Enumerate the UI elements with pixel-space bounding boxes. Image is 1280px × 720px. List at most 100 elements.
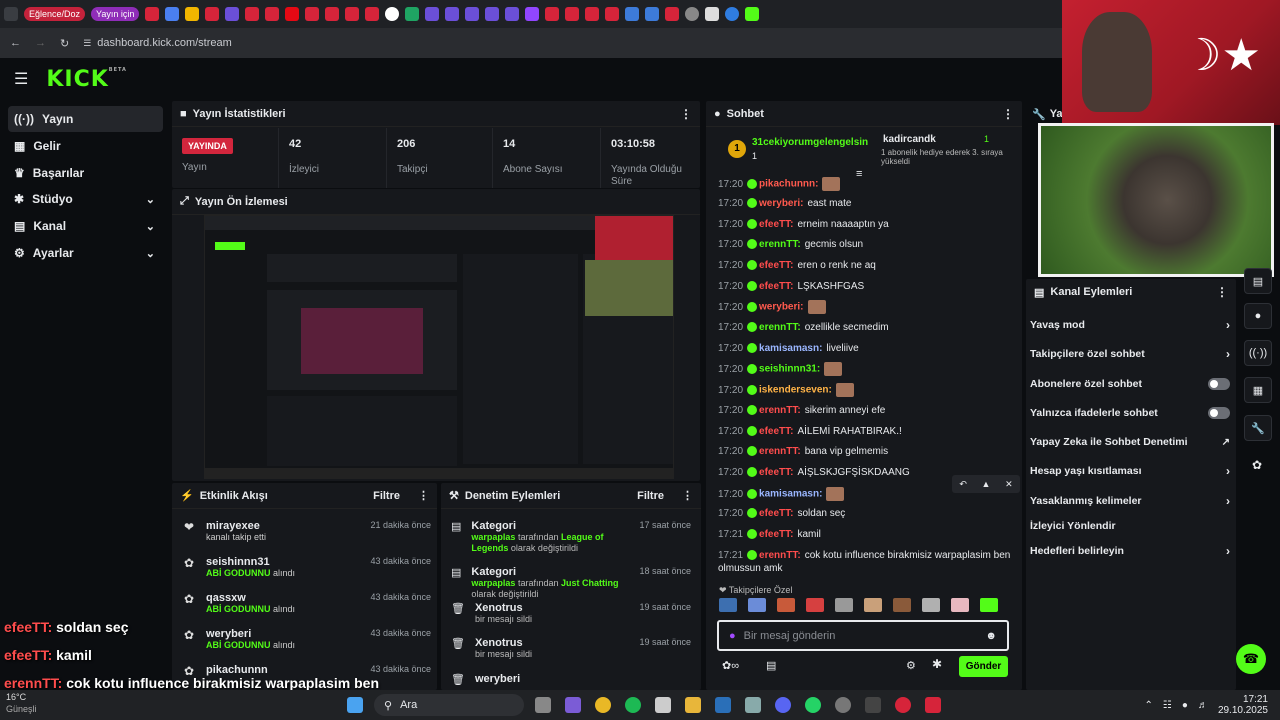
- tab-list-icon[interactable]: [4, 7, 18, 21]
- youtube-tab-icon[interactable]: [585, 7, 600, 21]
- emote[interactable]: [748, 598, 766, 612]
- points-icon[interactable]: ✿∞: [722, 659, 739, 672]
- task-view-icon[interactable]: [535, 697, 551, 713]
- gif-tab-icon[interactable]: [625, 7, 640, 21]
- emote[interactable]: [806, 598, 824, 612]
- chat-username[interactable]: efeeTT:: [759, 260, 793, 271]
- twitch-tab-icon[interactable]: [525, 7, 540, 21]
- kick-logo[interactable]: KICKBETA: [46, 67, 127, 92]
- mic-tray-icon[interactable]: ●: [1182, 700, 1188, 711]
- chat-username[interactable]: efeeTT:: [759, 529, 793, 540]
- sidebar-item-kanal[interactable]: ▤ Kanal ⌄: [8, 213, 163, 239]
- sidebar-item-studyo[interactable]: ✱ Stüdyo ⌄: [8, 186, 163, 212]
- site-info-icon[interactable]: ☰: [83, 38, 91, 49]
- chat-emote[interactable]: [822, 177, 841, 191]
- youtube-tab-icon[interactable]: [305, 7, 320, 21]
- youtube-tab-icon[interactable]: [265, 7, 280, 21]
- menu-icon[interactable]: ☰: [14, 69, 28, 89]
- chat-username[interactable]: efeeTT:: [759, 219, 793, 230]
- chrome-icon[interactable]: [595, 697, 611, 713]
- youtube-tab-icon[interactable]: [545, 7, 560, 21]
- folder-icon[interactable]: [685, 697, 701, 713]
- sidebar-item-gelir[interactable]: ▦ Gelir: [8, 133, 163, 159]
- pen-tab-icon[interactable]: [445, 7, 460, 21]
- chat-username[interactable]: erennTT:: [759, 550, 801, 561]
- toggle-switch[interactable]: [1208, 378, 1230, 390]
- emote[interactable]: [922, 598, 940, 612]
- chat-input-placeholder[interactable]: Bir mesaj gönderin: [744, 630, 836, 642]
- support-icon[interactable]: ☎: [1236, 644, 1266, 674]
- feed-user[interactable]: qassxw: [206, 592, 295, 604]
- discord-icon[interactable]: [775, 697, 791, 713]
- shortcut-button[interactable]: ▦: [1244, 377, 1272, 403]
- youtube-tab-icon[interactable]: [665, 7, 680, 21]
- pen-tab-icon[interactable]: [485, 7, 500, 21]
- action-followers-only[interactable]: Takipçilere özel sohbet ›: [1030, 346, 1230, 362]
- send-button[interactable]: Gönder: [959, 656, 1008, 677]
- chat-username[interactable]: pikachunnn:: [759, 179, 818, 190]
- mod-user[interactable]: warpaplas: [471, 578, 515, 588]
- emote[interactable]: [980, 598, 998, 612]
- action-slow-mode[interactable]: Yavaş mod ›: [1030, 317, 1230, 333]
- youtube-tab-icon[interactable]: [345, 7, 360, 21]
- youtube-tab-icon[interactable]: [325, 7, 340, 21]
- action-account-age[interactable]: Hesap yaşı kısıtlaması ›: [1030, 463, 1230, 479]
- sheets-tab-icon[interactable]: [405, 7, 420, 21]
- gifter-name[interactable]: kadircandk: [883, 134, 936, 145]
- emoji-icon[interactable]: ☻: [985, 630, 997, 642]
- feed-user[interactable]: weryberi: [206, 628, 295, 640]
- chat-username[interactable]: erennTT:: [759, 405, 801, 416]
- sidebar-item-ayarlar[interactable]: ⚙ Ayarlar ⌄: [8, 240, 163, 266]
- chat-username[interactable]: erennTT:: [759, 446, 801, 457]
- top-gifter-name[interactable]: 31cekiyorumgelengelsin: [752, 137, 868, 148]
- toggle-switch[interactable]: [1208, 407, 1230, 419]
- preview-video[interactable]: [204, 215, 674, 479]
- reload-icon[interactable]: ↻: [60, 37, 69, 50]
- more-icon[interactable]: ⋮: [682, 489, 693, 502]
- volume-icon[interactable]: ♬: [1198, 700, 1208, 711]
- mod-tools-icon[interactable]: ✱: [932, 657, 942, 671]
- chat-username[interactable]: kamisamasn:: [759, 343, 822, 354]
- youtube-tab-icon[interactable]: [365, 7, 380, 21]
- weather-temp[interactable]: 16°C: [6, 692, 26, 702]
- youtube-tab-icon[interactable]: [205, 7, 220, 21]
- network-icon[interactable]: ☷: [1163, 700, 1172, 711]
- windows-start-icon[interactable]: [347, 697, 363, 713]
- pen-tab-icon[interactable]: [505, 7, 520, 21]
- chat-username[interactable]: weryberi:: [759, 198, 803, 209]
- whatsapp-icon[interactable]: [805, 697, 821, 713]
- more-icon[interactable]: ⋮: [1216, 285, 1228, 299]
- mod-title[interactable]: Xenotrus: [475, 602, 625, 614]
- shortcut-button[interactable]: 🔧: [1244, 415, 1272, 441]
- youtube-tab-icon[interactable]: [565, 7, 580, 21]
- action-ai-moderation[interactable]: Yapay Zeka ile Sohbet Denetimi ↗: [1030, 434, 1230, 450]
- chat-username[interactable]: efeeTT:: [759, 281, 793, 292]
- pen-tab-icon[interactable]: [225, 7, 240, 21]
- app-icon[interactable]: [925, 697, 941, 713]
- pen-tab-icon[interactable]: [425, 7, 440, 21]
- emote[interactable]: [951, 598, 969, 612]
- chat-username[interactable]: efeeTT:: [759, 508, 793, 519]
- forward-icon[interactable]: →: [35, 37, 46, 49]
- mod-user[interactable]: warpaplas: [471, 532, 515, 542]
- chat-emote[interactable]: [835, 383, 854, 397]
- youtube-tab-icon[interactable]: [145, 7, 160, 21]
- gift-icon[interactable]: ▤: [766, 659, 776, 672]
- settings-icon[interactable]: ⚙: [906, 659, 916, 672]
- more-icon[interactable]: ⋮: [418, 489, 429, 502]
- sidebar-item-basarilar[interactable]: ♛ Başarılar: [8, 160, 163, 186]
- shortcut-button[interactable]: ▤: [1244, 268, 1272, 294]
- copilot-icon[interactable]: [565, 697, 581, 713]
- netflix-tab-icon[interactable]: [285, 7, 300, 21]
- taskbar-search[interactable]: ⚲ Ara: [374, 694, 524, 716]
- emote[interactable]: [864, 598, 882, 612]
- extension-tab-icon[interactable]: [705, 7, 720, 21]
- chat-username[interactable]: kamisamasn:: [759, 489, 822, 500]
- add-icon[interactable]: ✿: [1252, 458, 1262, 472]
- openai-tab-icon[interactable]: [685, 7, 700, 21]
- action-host[interactable]: İzleyici Yönlendir: [1030, 518, 1230, 534]
- action-banned-words[interactable]: Yasaklanmış kelimeler ›: [1030, 493, 1230, 509]
- gif-tab-icon[interactable]: [645, 7, 660, 21]
- filter-button[interactable]: Filtre: [637, 490, 664, 502]
- bookmark-eglence[interactable]: Eğlence/Doz: [24, 7, 86, 21]
